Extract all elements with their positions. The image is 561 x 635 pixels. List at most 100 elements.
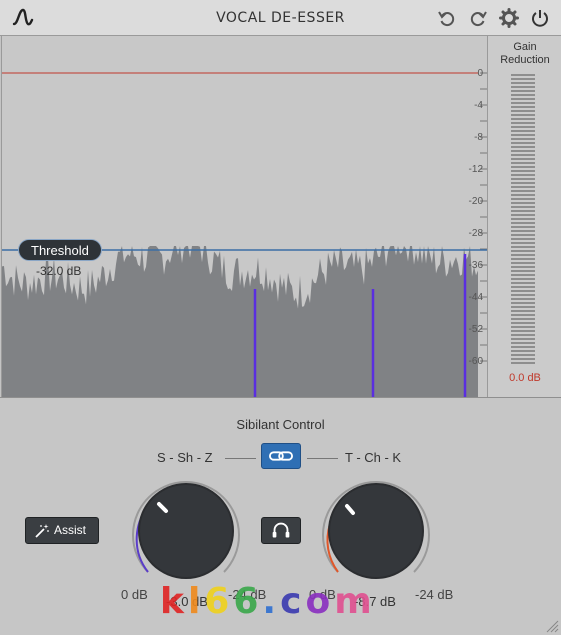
gear-icon [499,8,519,28]
meter-segment [511,222,535,224]
meter-segment [511,110,535,112]
watermark-char: o [305,581,335,622]
meter-segment [511,130,535,132]
headphones-icon [272,522,290,538]
meter-segment [511,102,535,104]
watermark-char: c [280,581,306,622]
meter-segment [511,358,535,360]
db-scale-label: -20 [468,196,483,207]
meter-segment [511,310,535,312]
meter-segment [511,202,535,204]
meter-segment [511,302,535,304]
undo-button[interactable] [437,8,457,28]
meter-segment [511,290,535,292]
db-scale-label: 0 [477,68,483,79]
link-button[interactable] [261,443,301,469]
meter-segment [511,190,535,192]
meter-segment [511,162,535,164]
waveform-graph [2,72,487,397]
meter-segment [511,154,535,156]
db-scale-label: -36 [468,260,483,271]
meter-segment [511,254,535,256]
meter-segment [511,338,535,340]
meter-segment [511,314,535,316]
meter-segment [511,270,535,272]
gain-reduction-title: Gain Reduction [500,41,550,66]
watermark-char: m [334,581,376,622]
meter-segment [511,150,535,152]
meter-segment [511,114,535,116]
meter-segment [511,78,535,80]
meter-segment [511,330,535,332]
db-scale-label: -4 [474,100,483,111]
meter-segment [511,118,535,120]
threshold-value: -32.0 dB [36,264,82,278]
meter-segment [511,86,535,88]
meter-segment [511,322,535,324]
left-band-label: S - Sh - Z [157,450,213,465]
assist-button[interactable]: Assist [25,517,99,544]
magic-wand-icon [35,524,49,538]
left-sibilant-knob[interactable] [126,476,246,586]
gain-reduction-value: 0.0 dB [509,372,541,384]
meter-segment [511,282,535,284]
meter-segment [511,326,535,328]
meter-segment [511,138,535,140]
meter-segment [511,262,535,264]
meter-segment [511,126,535,128]
section-title: Sibilant Control [236,417,325,432]
meter-segment [511,250,535,252]
meter-segment [511,134,535,136]
redo-icon [470,11,487,27]
watermark-char: k [160,581,188,622]
meter-segment [511,170,535,172]
meter-segment [511,294,535,296]
redo-button[interactable] [468,8,488,28]
meter-segment [511,198,535,200]
meter-segment [511,178,535,180]
meter-segment [511,210,535,212]
meter-segment [511,186,535,188]
meter-segment [511,122,535,124]
meter-segment [511,218,535,220]
power-button[interactable] [530,8,550,28]
meter-segment [511,354,535,356]
meter-segment [511,238,535,240]
right-band-label: T - Ch - K [345,450,402,465]
power-icon [532,10,548,27]
meter-segment [511,306,535,308]
meter-segment [511,182,535,184]
db-scale-label: -28 [468,228,483,239]
meter-segment [511,74,535,76]
right-knob-max: -24 dB [415,587,454,602]
meter-segment [511,90,535,92]
meter-segment [511,274,535,276]
band-divider-left [225,458,256,459]
undo-icon [438,11,455,27]
threshold-handle[interactable]: Threshold [18,239,102,261]
settings-button[interactable] [499,8,519,28]
right-sibilant-knob[interactable] [316,476,436,586]
meter-segment [511,230,535,232]
meter-segment [511,106,535,108]
resize-grip-icon[interactable] [545,619,559,633]
meter-segment [511,142,535,144]
listen-button[interactable] [261,517,301,544]
watermark-char: . [262,581,281,622]
db-scale-label: -60 [468,356,483,367]
meter-segment [511,234,535,236]
assist-label: Assist [54,523,87,537]
gain-reduction-meter [511,74,535,364]
meter-segment [511,146,535,148]
db-scale-label: -12 [468,164,483,175]
meter-segment [511,298,535,300]
meter-segment [511,98,535,100]
meter-segment [511,214,535,216]
waveform-display[interactable]: 0 -4 -8 -12 -20 -28 -36 -44 -52 -60 Threshold -32… [1,36,487,397]
watermark-char: 6 [233,581,263,622]
meter-segment [511,346,535,348]
meter-segment [511,246,535,248]
sibilant-controls: Sibilant Control S - Sh - Z T - Ch - K A… [0,397,561,635]
watermark-char: l [187,581,205,622]
meter-segment [511,362,535,364]
